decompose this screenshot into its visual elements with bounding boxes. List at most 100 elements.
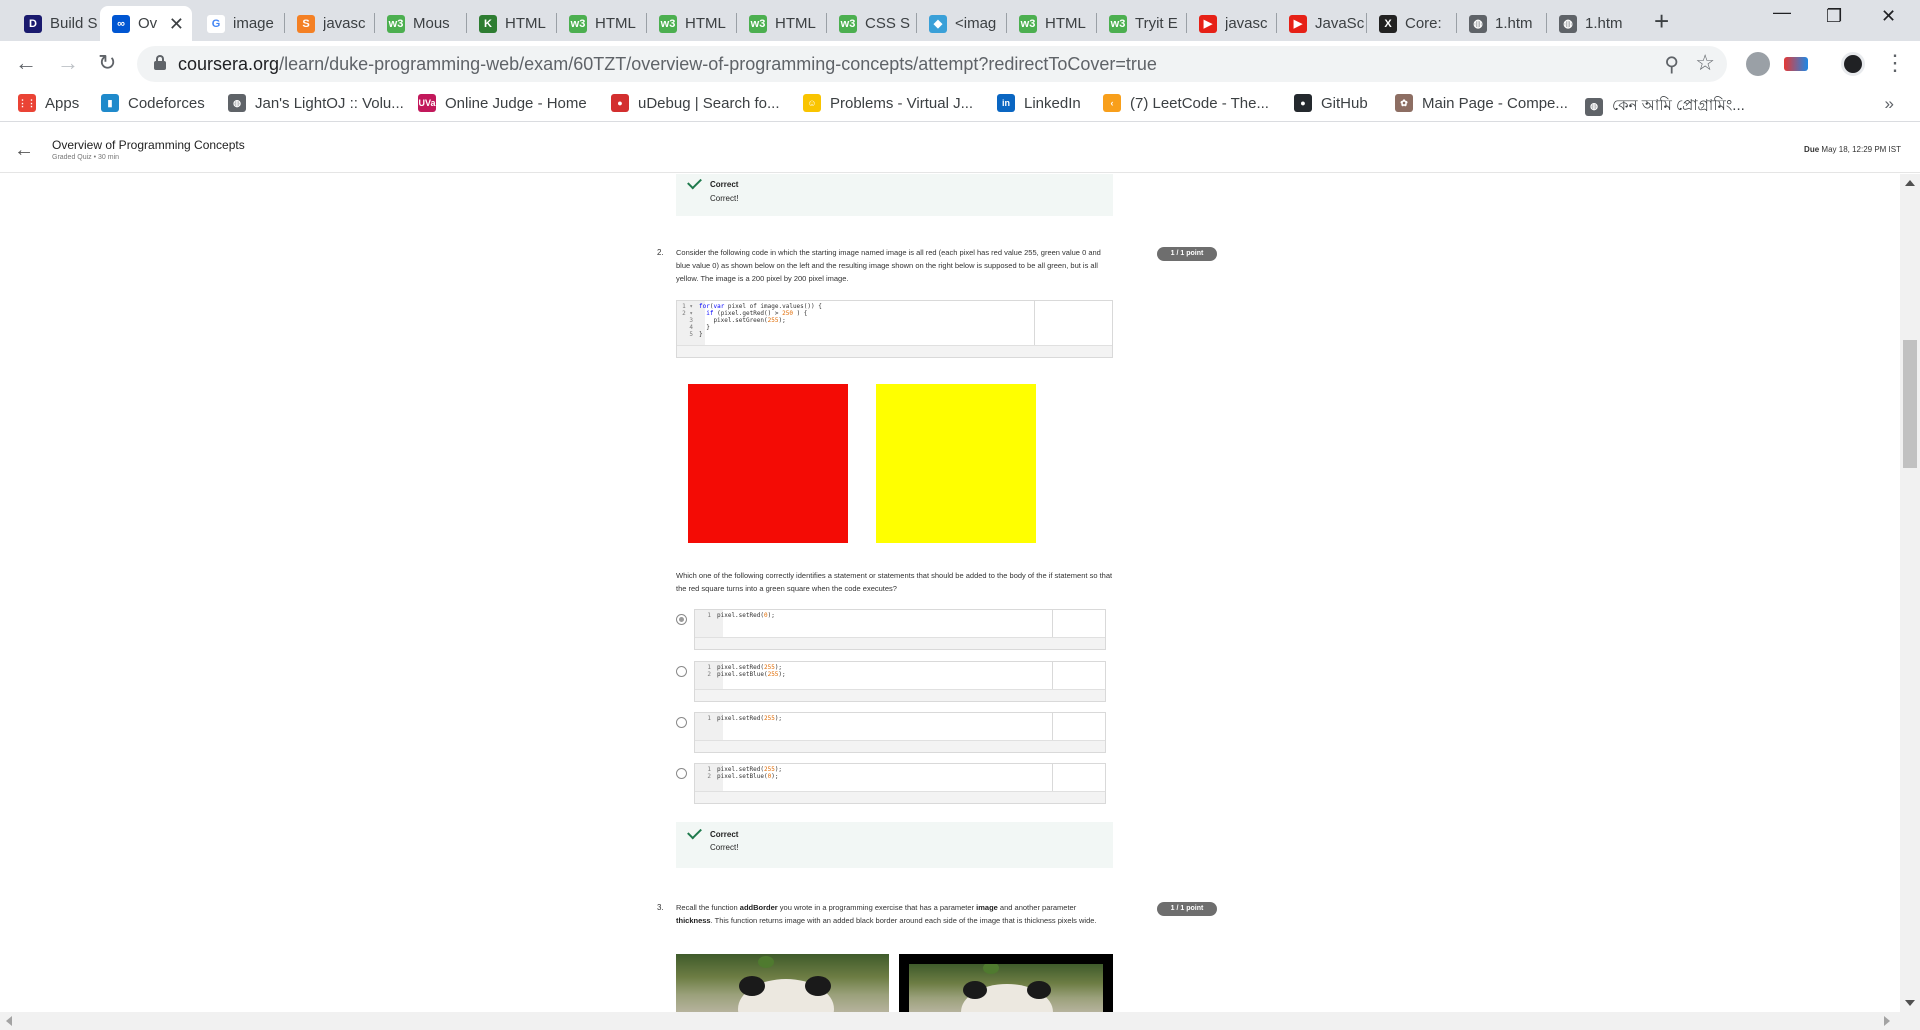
browser-tab[interactable]: X Core:: [1367, 6, 1455, 41]
scroll-left-arrow-icon[interactable]: [6, 1016, 12, 1026]
browser-tab[interactable]: w3 Mous: [375, 6, 465, 41]
scroll-down-arrow-icon[interactable]: [1905, 1000, 1915, 1006]
code-token: ) {: [792, 310, 808, 317]
browser-toolbar: ← → ↻ coursera.org/learn/duke-programmin…: [0, 41, 1920, 88]
url-host: coursera.org: [178, 54, 280, 74]
option-code-1[interactable]: 1 pixel.setRed(0);: [694, 609, 1106, 650]
bookmark-label: uDebug | Search fo...: [638, 94, 780, 112]
address-bar[interactable]: coursera.org/learn/duke-programming-web/…: [137, 46, 1727, 82]
bookmark-item[interactable]: UVa Online Judge - Home: [418, 94, 587, 112]
browser-tab[interactable]: Sjavasc: [285, 6, 373, 41]
question-prompt: Which one of the following correctly ide…: [676, 571, 1113, 593]
tab-favicon-icon: X: [1379, 14, 1397, 33]
browser-tab[interactable]: w3 HTML: [557, 6, 645, 41]
code-token: );: [774, 715, 783, 722]
bookmark-label: Main Page - Compe...: [1422, 94, 1568, 112]
browser-tab[interactable]: ▶ javasc: [1187, 6, 1275, 41]
tab-favicon-icon: ▶: [1289, 14, 1307, 33]
line-number: 1: [707, 664, 711, 671]
back-arrow-icon[interactable]: ←: [15, 50, 37, 76]
bookmark-item[interactable]: in LinkedIn: [997, 94, 1081, 112]
bookmark-item[interactable]: ▮ Codeforces: [101, 94, 205, 112]
bookmark-label: Jan's LightOJ :: Volu...: [255, 94, 404, 112]
browser-tab[interactable]: ∞ Ov ✕: [100, 6, 192, 41]
code-token: }: [699, 331, 703, 338]
browser-tab[interactable]: w3 Tryit E: [1097, 6, 1185, 41]
panda-illustration: [738, 956, 834, 1012]
code-token: );: [767, 612, 775, 619]
question-number: 2.: [657, 248, 664, 257]
question-text: Recall the function addBorder you wrote …: [676, 901, 1113, 927]
window-close-icon[interactable]: ✕: [1881, 6, 1896, 27]
lock-icon[interactable]: [154, 55, 166, 70]
question-keyword: thickness: [676, 916, 711, 925]
profile-avatar[interactable]: [1841, 52, 1865, 76]
panda-image-with-border: [899, 954, 1113, 1012]
browser-tab[interactable]: ◍ 1.htm: [1457, 6, 1545, 41]
new-tab-plus-icon[interactable]: +: [1654, 6, 1669, 37]
tab-title: HTML: [1045, 15, 1086, 32]
bookmark-label: কেন আমি প্রোগ্রামিং...: [1612, 97, 1745, 114]
bookmark-item[interactable]: ✿ Main Page - Compe...: [1395, 94, 1568, 112]
browser-tab[interactable]: K HTML: [467, 6, 555, 41]
restore-icon[interactable]: ❐: [1826, 6, 1842, 27]
scroll-right-arrow-icon[interactable]: [1884, 1016, 1890, 1026]
bookmark-item[interactable]: ‹ (7) LeetCode - The...: [1103, 94, 1269, 112]
browser-tab[interactable]: w3 CSS S: [827, 6, 915, 41]
bookmark-item[interactable]: ⋮⋮ Apps: [18, 94, 79, 112]
tab-favicon-icon: w3: [569, 14, 587, 33]
zoom-icon[interactable]: ⚲: [1664, 52, 1679, 77]
menu-kebab-icon[interactable]: ⋮: [1884, 50, 1906, 76]
code-token: pixel.setRed(: [717, 715, 764, 722]
minimize-icon[interactable]: —: [1773, 2, 1791, 23]
tab-title: image: [233, 15, 274, 32]
code-token: pixel.setGreen(: [699, 317, 768, 324]
option-radio-4[interactable]: [676, 768, 687, 779]
bookmark-star-icon[interactable]: ☆: [1695, 50, 1715, 76]
browser-tab[interactable]: w3 HTML: [737, 6, 825, 41]
tab-title: <imag: [955, 15, 997, 32]
tab-close-icon[interactable]: ✕: [169, 14, 184, 35]
due-value: May 18, 12:29 PM IST: [1821, 145, 1901, 154]
tab-title: Mous: [413, 15, 450, 32]
scroll-up-arrow-icon[interactable]: [1905, 180, 1915, 186]
tab-title: javasc: [323, 15, 366, 32]
tab-title: HTML: [505, 15, 546, 32]
bookmark-label: Apps: [45, 94, 80, 112]
vertical-scrollbar[interactable]: [1900, 174, 1920, 1012]
option-radio-1[interactable]: [676, 614, 687, 625]
browser-tab[interactable]: Gimage: [195, 6, 283, 41]
forward-arrow-icon[interactable]: →: [57, 50, 79, 76]
scrollbar-thumb[interactable]: [1903, 340, 1917, 468]
option-radio-2[interactable]: [676, 666, 687, 677]
feedback-panel-q2: Correct Correct!: [676, 822, 1113, 868]
url-text[interactable]: coursera.org/learn/duke-programming-web/…: [178, 54, 1157, 75]
option-code-4[interactable]: 1 pixel.setRed(255); 2 pixel.setBlue(0);: [694, 763, 1106, 804]
bookmark-item[interactable]: ◍ Jan's LightOJ :: Volu...: [228, 94, 404, 112]
browser-tab[interactable]: ▶ JavaSc: [1277, 6, 1365, 41]
extension-flag-icon[interactable]: [1784, 57, 1808, 71]
browser-tab[interactable]: ◍ 1.htm: [1547, 6, 1635, 41]
bookmark-favicon-icon: ●: [611, 94, 629, 112]
option-code-2[interactable]: 1 pixel.setRed(255); 2 pixel.setBlue(255);: [694, 661, 1106, 702]
quiz-title: Overview of Programming Concepts: [52, 138, 245, 152]
code-editor[interactable]: 1 ▾ for(var pixel of image.values()) {2 ▾…: [676, 300, 1113, 358]
editor-footer: [695, 791, 1105, 803]
back-arrow-icon[interactable]: ←: [14, 139, 34, 162]
bookmark-item[interactable]: ☺ Problems - Virtual J...: [803, 94, 973, 112]
url-path: /learn/duke-programming-web/exam/60TZT/o…: [279, 54, 1157, 74]
browser-tab[interactable]: ◆ <imag: [917, 6, 1005, 41]
question-keyword: addBorder: [739, 903, 778, 912]
option-radio-3[interactable]: [676, 717, 687, 728]
extension-icon[interactable]: [1746, 52, 1770, 76]
bookmark-item[interactable]: ● uDebug | Search fo...: [611, 94, 779, 112]
reload-icon[interactable]: ↻: [98, 50, 116, 76]
browser-tab[interactable]: D Build S: [12, 6, 98, 41]
bookmark-item[interactable]: ◍ কেন আমি প্রোগ্রামিং...: [1585, 94, 1745, 119]
option-code-3[interactable]: 1 pixel.setRed(255);: [694, 712, 1106, 753]
bookmarks-overflow-chevron[interactable]: »: [1885, 94, 1894, 114]
browser-tab[interactable]: w3 HTML: [647, 6, 735, 41]
bookmark-item[interactable]: ● GitHub: [1294, 94, 1368, 112]
browser-tab[interactable]: w3 HTML: [1007, 6, 1095, 41]
horizontal-scrollbar[interactable]: [0, 1012, 1920, 1030]
